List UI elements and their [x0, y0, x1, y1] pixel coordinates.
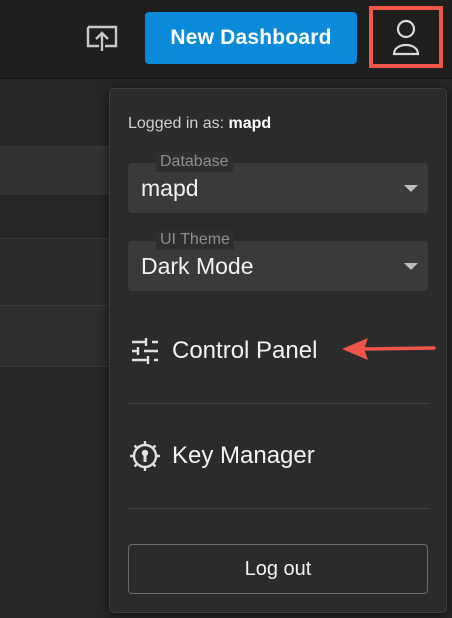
share-export-icon [86, 25, 118, 51]
share-button[interactable] [84, 22, 120, 54]
control-panel-label: Control Panel [172, 337, 318, 364]
database-value: mapd [141, 175, 199, 201]
background-row [0, 306, 110, 366]
background-row [0, 239, 110, 305]
chevron-down-icon [404, 263, 418, 270]
logged-in-username: mapd [228, 115, 272, 132]
logged-in-text: Logged in as: mapd [128, 115, 271, 133]
user-icon [392, 19, 420, 56]
user-menu-button[interactable] [369, 6, 443, 68]
new-dashboard-button[interactable]: New Dashboard [145, 12, 357, 64]
sliders-icon [128, 334, 162, 368]
annotation-arrow-icon [342, 338, 436, 360]
logout-button[interactable]: Log out [128, 544, 428, 594]
background-row [0, 147, 110, 195]
top-toolbar: New Dashboard [0, 0, 452, 79]
ui-theme-label: UI Theme [156, 230, 234, 250]
menu-divider [128, 508, 428, 509]
database-select[interactable]: Database mapd [128, 152, 428, 213]
chevron-down-icon [404, 185, 418, 192]
key-manager-item[interactable]: Key Manager [128, 436, 428, 476]
logged-in-prefix: Logged in as: [128, 115, 225, 132]
ui-theme-value: Dark Mode [141, 253, 254, 279]
database-label: Database [156, 152, 233, 172]
background-divider [0, 366, 110, 367]
key-lock-icon [128, 439, 162, 473]
ui-theme-select[interactable]: UI Theme Dark Mode [128, 230, 428, 291]
key-manager-label: Key Manager [172, 442, 315, 469]
menu-divider [128, 403, 428, 404]
